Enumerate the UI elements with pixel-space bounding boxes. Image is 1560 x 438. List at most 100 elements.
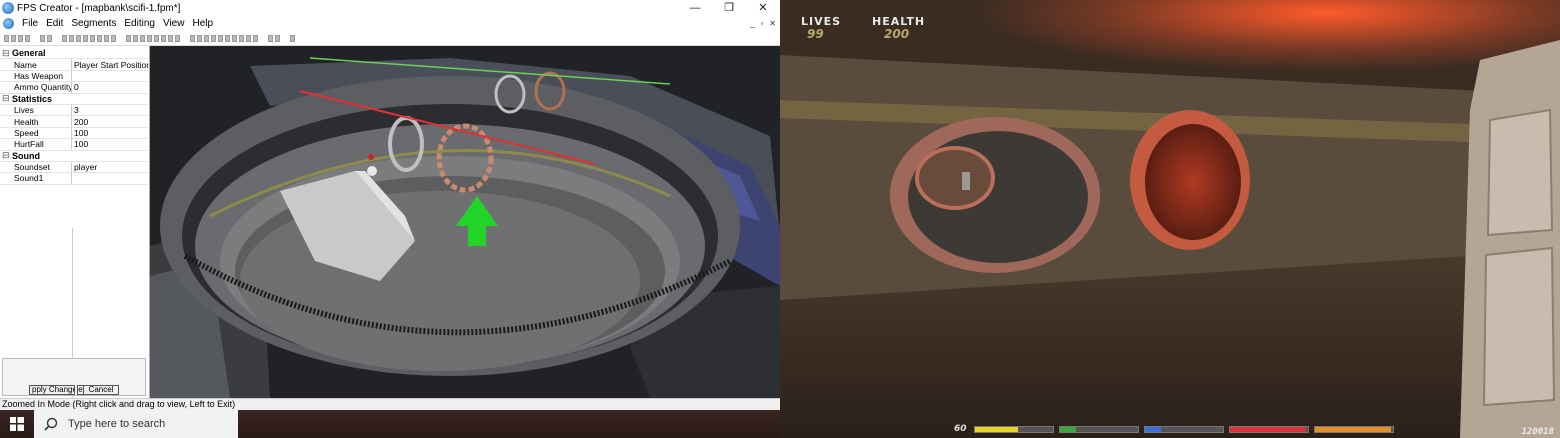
cancel-button[interactable]: Cancel <box>83 385 119 395</box>
toolbar-button[interactable] <box>246 34 251 42</box>
property-category[interactable]: ⊟ General <box>0 48 148 60</box>
hud-bar <box>1059 426 1139 433</box>
doc-restore-button[interactable]: ▫ <box>760 16 763 31</box>
game-scene <box>780 0 1560 438</box>
toolbar-button[interactable] <box>104 34 109 42</box>
taskbar: Type here to search <box>0 410 780 438</box>
property-value[interactable]: 0 <box>72 82 148 92</box>
property-value[interactable]: 100 <box>72 128 148 138</box>
editor-window: FPS Creator - [mapbank\scifi-1.fpm*] — ❐… <box>0 0 780 410</box>
toolbar-button[interactable] <box>197 34 202 42</box>
toolbar-button[interactable] <box>83 34 88 42</box>
toolbar-button[interactable] <box>11 34 16 42</box>
menu-edit[interactable]: Edit <box>42 18 67 29</box>
toolbar-button[interactable] <box>111 34 116 42</box>
toolbar-button[interactable] <box>211 34 216 42</box>
toolbar-button[interactable] <box>175 34 180 42</box>
toolbar-button[interactable] <box>168 34 173 42</box>
toolbar-button[interactable] <box>133 34 138 42</box>
apply-changes-button[interactable]: pply Change <box>29 385 75 395</box>
toolbar-button[interactable] <box>62 34 67 42</box>
property-row[interactable]: Soundset player <box>0 161 148 174</box>
toolbar-button[interactable] <box>140 34 145 42</box>
toolbar-button[interactable] <box>232 34 237 42</box>
property-value[interactable]: 100 <box>72 139 148 149</box>
property-value[interactable]: Player Start Position <box>72 60 148 70</box>
lives-value: 99 <box>807 27 824 41</box>
property-category[interactable]: ⊟ Statistics <box>0 94 148 105</box>
hud-bar-fill <box>1145 427 1161 432</box>
property-row[interactable]: Health 200 <box>0 116 148 128</box>
toolbar-button[interactable] <box>161 34 166 42</box>
toolbar-button[interactable] <box>290 34 295 42</box>
toolbar-button[interactable] <box>253 34 258 42</box>
toolbar-button[interactable] <box>18 34 23 42</box>
toolbar-button[interactable] <box>147 34 152 42</box>
toolbar-button[interactable] <box>76 34 81 42</box>
properties-panel: ⊟ General Name Player Start Position Has Wea… <box>0 46 150 402</box>
hud-bar <box>1229 426 1309 433</box>
property-row[interactable]: Speed 100 <box>0 127 148 140</box>
menu-view[interactable]: View <box>159 18 189 29</box>
menu-editing[interactable]: Editing <box>120 18 159 29</box>
close-button[interactable]: ✕ <box>746 0 780 16</box>
property-key: Has Weapon <box>0 70 72 82</box>
property-key: Speed <box>0 127 72 139</box>
start-button[interactable] <box>0 410 34 438</box>
menu-segments[interactable]: Segments <box>67 18 120 29</box>
maximize-button[interactable]: ❐ <box>712 0 746 16</box>
property-row[interactable]: Has Weapon <box>0 70 148 83</box>
toolbar-button[interactable] <box>239 34 244 42</box>
collapse-icon[interactable]: ⊟ <box>2 94 12 104</box>
menu-help[interactable]: Help <box>188 18 217 29</box>
taskbar-search-box[interactable]: Type here to search <box>34 410 238 438</box>
doc-close-button[interactable]: ✕ <box>769 16 776 31</box>
property-value[interactable]: 200 <box>72 117 148 127</box>
property-value[interactable]: player <box>72 162 148 172</box>
toolbar-button[interactable] <box>47 34 52 42</box>
hud-bar-fill <box>1315 427 1392 432</box>
toolbar-button[interactable] <box>154 34 159 42</box>
title-bar: FPS Creator - [mapbank\scifi-1.fpm*] — ❐… <box>0 0 780 16</box>
property-row[interactable]: Sound1 <box>0 173 148 185</box>
toolbar-button[interactable] <box>90 34 95 42</box>
hud-bar-fill <box>1230 427 1307 432</box>
toolbar-button[interactable] <box>40 34 45 42</box>
toolbar-button[interactable] <box>97 34 102 42</box>
document-icon[interactable] <box>3 18 14 29</box>
level-scene <box>150 46 780 398</box>
toolbar-button[interactable] <box>190 34 195 42</box>
property-row[interactable]: Lives 3 <box>0 104 148 117</box>
category-name: General <box>12 48 46 59</box>
property-row[interactable]: Name Player Start Position <box>0 59 148 71</box>
toolbar-button[interactable] <box>4 34 9 42</box>
property-value[interactable]: 3 <box>72 105 148 115</box>
hud-bar <box>974 426 1054 433</box>
property-category[interactable]: ⊟ Sound <box>0 151 148 162</box>
3d-viewport[interactable] <box>150 46 780 398</box>
minimize-button[interactable]: — <box>678 0 712 16</box>
app-icon <box>2 2 14 14</box>
property-row[interactable]: Ammo Quantity 0 <box>0 82 148 94</box>
property-key: Lives <box>0 104 72 116</box>
doc-minimize-button[interactable]: _ <box>750 16 754 31</box>
category-name: Statistics <box>12 93 53 104</box>
toolbar-button[interactable] <box>126 34 131 42</box>
toolbar-button[interactable] <box>268 34 273 42</box>
menu-file[interactable]: File <box>18 18 42 29</box>
property-key: Sound1 <box>0 173 72 184</box>
toolbar-button[interactable] <box>25 34 30 42</box>
collapse-icon[interactable]: ⊟ <box>2 48 12 58</box>
game-view[interactable]: LIVES 99 HEALTH 200 60 120018 <box>780 0 1560 438</box>
property-row[interactable]: HurtFall 100 <box>0 139 148 151</box>
hud-bar-fill <box>975 427 1018 432</box>
toolbar-button[interactable] <box>225 34 230 42</box>
property-grid: ⊟ General Name Player Start Position Has Wea… <box>0 48 148 185</box>
collapse-icon[interactable]: ⊟ <box>2 151 12 161</box>
toolbar-button[interactable] <box>69 34 74 42</box>
category-label: ⊟ Sound <box>0 151 40 161</box>
toolbar-button[interactable] <box>275 34 280 42</box>
toolbar-button[interactable] <box>204 34 209 42</box>
properties-footer: pply Change e Cancel <box>2 358 146 396</box>
toolbar-button[interactable] <box>218 34 223 42</box>
